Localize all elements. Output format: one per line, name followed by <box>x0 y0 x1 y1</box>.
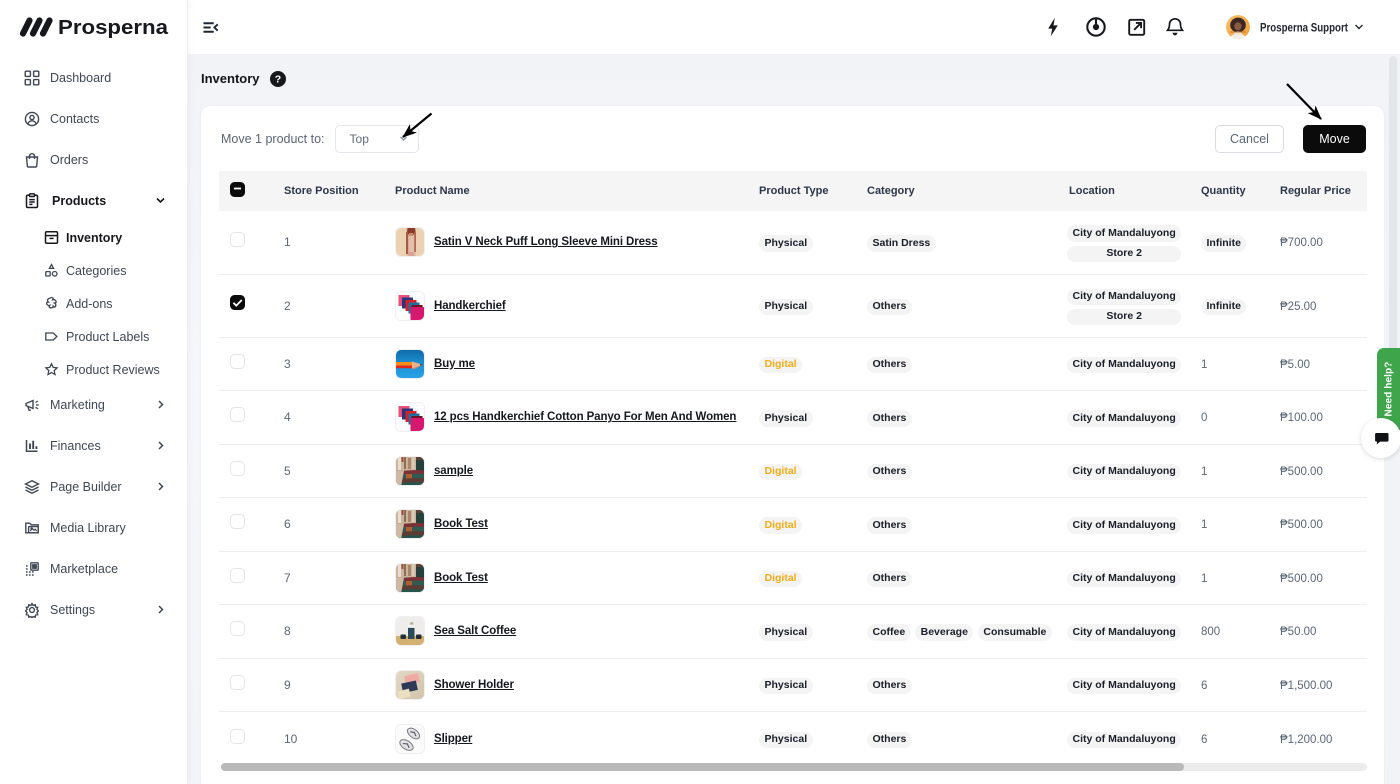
svg-text:Prosperna Support: Prosperna Support <box>1260 23 1348 35</box>
svg-text:?: ? <box>274 73 280 85</box>
svg-text:Prosperna: Prosperna <box>58 17 169 39</box>
